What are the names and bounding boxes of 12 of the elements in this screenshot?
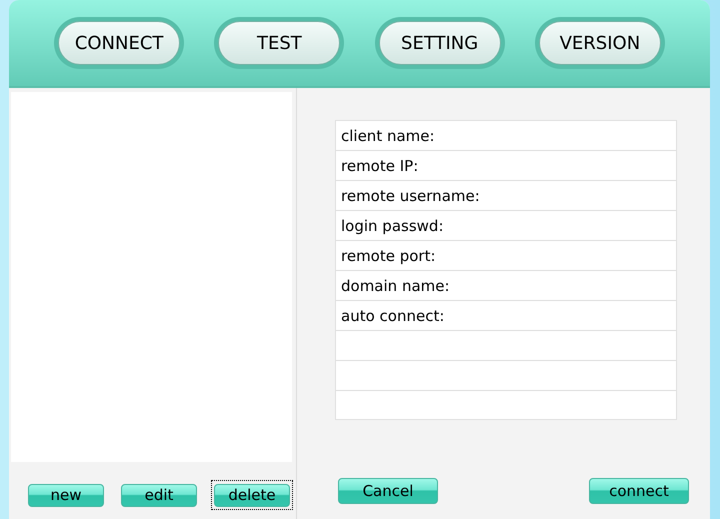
field-label: client name: bbox=[336, 121, 676, 151]
field-label: remote username: bbox=[336, 181, 676, 211]
list-button[interactable]: edit bbox=[121, 484, 197, 507]
field-label: remote IP: bbox=[336, 151, 676, 181]
action-button[interactable]: connect bbox=[589, 478, 689, 504]
field-label: auto connect: bbox=[336, 301, 676, 331]
field-label: remote port: bbox=[336, 241, 676, 271]
list-button[interactable]: delete bbox=[214, 484, 290, 507]
field-label: login passwd: bbox=[336, 211, 676, 241]
field-label: domain name: bbox=[336, 271, 676, 301]
list-button[interactable]: new bbox=[28, 484, 104, 507]
action-button[interactable]: Cancel bbox=[338, 478, 438, 504]
